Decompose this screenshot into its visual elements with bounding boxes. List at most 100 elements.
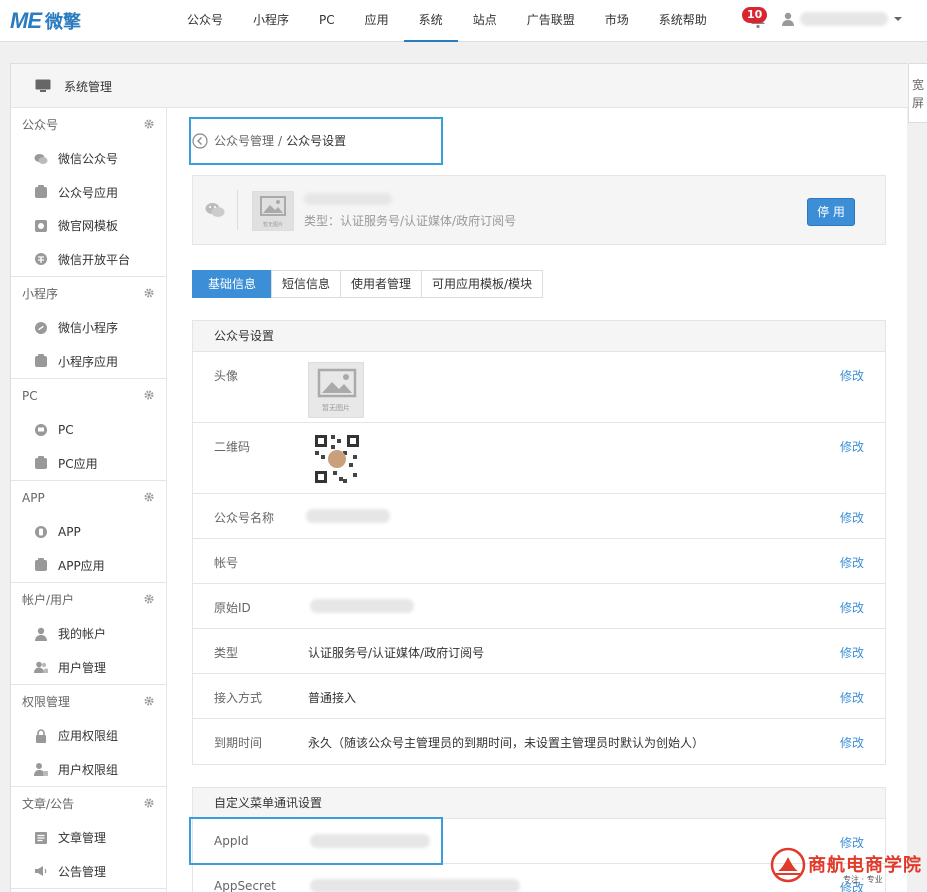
nav-item-site[interactable]: 站点: [458, 0, 512, 42]
sidebar-item-my-account[interactable]: 我的帐户: [11, 617, 166, 651]
article-icon: [35, 831, 47, 844]
sidebar-item-pc[interactable]: PC: [11, 413, 166, 447]
gear-icon[interactable]: [144, 492, 154, 502]
row-label: 接入方式: [214, 691, 263, 705]
row-label: 原始ID: [214, 601, 251, 615]
sidebar-item-miniprogram-apps[interactable]: 小程序应用: [11, 345, 166, 379]
sidebar-item-app-apps[interactable]: APP应用: [11, 549, 166, 583]
logo[interactable]: ME 微擎: [10, 8, 81, 33]
sidebar-item-label: 微信开放平台: [58, 252, 131, 267]
sidebar-item-wechat-account[interactable]: 微信公众号: [11, 142, 166, 176]
nav-item-pc[interactable]: PC: [304, 0, 350, 42]
sidebar-item-label: 文章管理: [58, 831, 107, 846]
sidebar-group-title[interactable]: 权限管理: [11, 685, 166, 719]
gear-icon[interactable]: [144, 119, 154, 129]
row-label: 帐号: [214, 556, 239, 570]
app-icon: [35, 558, 47, 572]
appsecret-redacted: [310, 879, 520, 892]
top-bar: ME 微擎 公众号 小程序 PC 应用 系统 站点 广告联盟 市场 系统帮助 1…: [0, 0, 927, 42]
sidebar-group-label: APP: [22, 491, 45, 505]
setting-row-avatar: 头像 暂无图片 修改: [193, 352, 885, 423]
tab-basic-info[interactable]: 基础信息: [192, 270, 273, 298]
row-label: 公众号名称: [214, 511, 275, 525]
edit-account-link[interactable]: 修改: [840, 554, 864, 571]
nav-item-market[interactable]: 市场: [590, 0, 644, 42]
sidebar-group-title[interactable]: APP: [11, 481, 166, 515]
row-label: 二维码: [214, 440, 251, 454]
user-icon: [782, 12, 794, 26]
sidebar-item-open-platform[interactable]: 微信开放平台: [11, 243, 166, 277]
sidebar-item-account-apps[interactable]: 公众号应用: [11, 176, 166, 210]
sidebar-group-title[interactable]: 文章/公告: [11, 787, 166, 821]
tab-sms-info[interactable]: 短信信息: [271, 270, 342, 298]
nav-item-system[interactable]: 系统: [403, 0, 458, 42]
edit-access-method-link[interactable]: 修改: [840, 689, 864, 706]
megaphone-icon: [35, 866, 47, 877]
watermark-logo-icon: [770, 847, 806, 883]
edit-avatar-link[interactable]: 修改: [840, 367, 864, 384]
sidebar-item-label: 公告管理: [58, 864, 107, 879]
account-name-redacted: [306, 509, 390, 523]
nav-item-miniprogram[interactable]: 小程序: [238, 0, 304, 42]
widescreen-toggle[interactable]: 宽屏: [908, 63, 927, 123]
sidebar-item-site-templates[interactable]: 微官网模板: [11, 209, 166, 243]
nav-item-apps[interactable]: 应用: [350, 0, 404, 42]
sidebar-item-user-management[interactable]: 用户管理: [11, 651, 166, 685]
sidebar-item-app-permission-groups[interactable]: 应用权限组: [11, 719, 166, 753]
image-icon: [260, 196, 286, 216]
sidebar-group-title[interactable]: 小程序: [11, 277, 166, 311]
sidebar-group-title[interactable]: 公众号: [11, 108, 166, 142]
nav-item-help[interactable]: 系统帮助: [644, 0, 722, 42]
sidebar-item-label: 应用权限组: [58, 729, 119, 744]
user-icon: [35, 627, 47, 641]
tab-user-management[interactable]: 使用者管理: [340, 270, 423, 298]
account-name-redacted: [304, 193, 392, 205]
gear-icon[interactable]: [144, 594, 154, 604]
sidebar-group-title[interactable]: PC: [11, 379, 166, 413]
edit-expiry-link[interactable]: 修改: [840, 734, 864, 751]
setting-row-expiry: 到期时间 永久（随该公众号主管理员的到期时间，未设置主管理员时默认为创始人） 修…: [193, 719, 885, 764]
sidebar-item-label: 微信小程序: [58, 321, 119, 336]
edit-account-name-link[interactable]: 修改: [840, 509, 864, 526]
nav-item-ad-alliance[interactable]: 广告联盟: [512, 0, 590, 42]
user-menu[interactable]: [782, 12, 902, 26]
sidebar-item-wechat-miniprogram[interactable]: 微信小程序: [11, 311, 166, 345]
edit-original-id-link[interactable]: 修改: [840, 599, 864, 616]
gear-icon[interactable]: [144, 798, 154, 808]
sidebar-item-label: 用户管理: [58, 660, 107, 675]
original-id-redacted: [310, 599, 414, 613]
sidebar-item-article-management[interactable]: 文章管理: [11, 821, 166, 855]
gear-icon[interactable]: [144, 390, 154, 400]
stop-button[interactable]: 停 用: [807, 198, 855, 226]
avatar: 暂无图片: [308, 362, 364, 418]
gear-icon[interactable]: [144, 288, 154, 298]
sidebar: 公众号 微信公众号 公众号应用 微官网模板 微信开放平台 小程序 微信小程序 小…: [11, 108, 167, 892]
setting-row-original-id: 原始ID 修改: [193, 584, 885, 629]
app-icon: [35, 354, 47, 368]
frame-title: 系统管理: [64, 80, 113, 94]
sidebar-group-title[interactable]: 帐户/用户: [11, 583, 166, 617]
setting-row-type: 类型 认证服务号/认证媒体/政府订阅号 修改: [193, 629, 885, 674]
sidebar-group-label: 权限管理: [22, 695, 71, 709]
row-label: 到期时间: [214, 736, 263, 750]
edit-qrcode-link[interactable]: 修改: [840, 438, 864, 455]
sidebar-item-label: PC应用: [58, 456, 98, 471]
logo-text: 微擎: [45, 12, 81, 33]
qr-code-icon: [313, 433, 361, 485]
divider: [237, 190, 238, 230]
sidebar-item-user-permission-groups[interactable]: 用户权限组: [11, 753, 166, 787]
tab-available-templates[interactable]: 可用应用模板/模块: [421, 270, 544, 298]
edit-type-link[interactable]: 修改: [840, 644, 864, 661]
sidebar-group-label: 公众号: [22, 118, 59, 132]
sidebar-group-permissions: 权限管理 应用权限组 用户权限组: [11, 685, 166, 787]
nav-item-official-account[interactable]: 公众号: [172, 0, 238, 42]
sidebar-item-pc-apps[interactable]: PC应用: [11, 447, 166, 481]
gear-icon[interactable]: [144, 696, 154, 706]
miniprogram-icon: [35, 321, 47, 334]
sidebar-item-notice-management[interactable]: 公告管理: [11, 855, 166, 889]
sidebar-item-app[interactable]: APP: [11, 515, 166, 549]
row-label: AppSecret: [214, 879, 276, 892]
platform-icon: [35, 253, 47, 266]
pc-icon: [35, 423, 47, 436]
sidebar-item-label: 小程序应用: [58, 354, 119, 369]
